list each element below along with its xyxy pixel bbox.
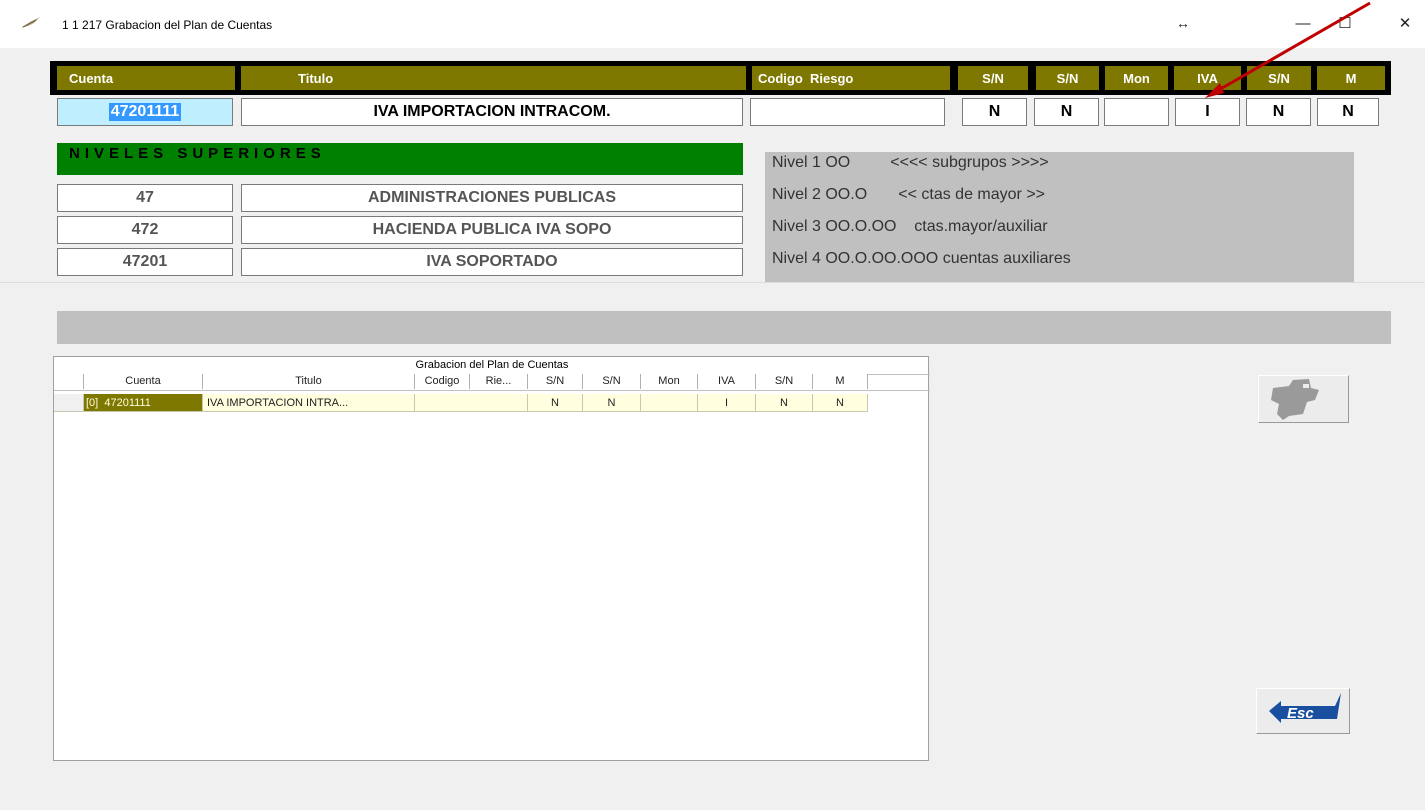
grid-col-mon[interactable]: Mon xyxy=(641,374,698,389)
cuenta-value: 47201111 xyxy=(108,103,182,121)
grid-cell-iva[interactable]: I xyxy=(698,394,756,412)
cuenta-field[interactable]: 47201111 xyxy=(57,98,233,126)
grid-col-codigo[interactable]: Codigo xyxy=(415,374,470,389)
nivel-2-titulo: HACIENDA PUBLICA IVA SOPO xyxy=(241,216,743,244)
grid-cell-mon[interactable] xyxy=(641,394,698,412)
header-mon: Mon xyxy=(1105,66,1168,90)
separator xyxy=(0,282,1425,283)
info-line-3: Nivel 3 OO.O.OO ctas.mayor/auxiliar xyxy=(772,218,1048,235)
header-titulo: Titulo xyxy=(241,66,746,90)
map-icon xyxy=(1271,379,1319,420)
grid-cell-m[interactable]: N xyxy=(813,394,868,412)
grid-col-sn-3[interactable]: S/N xyxy=(756,374,813,389)
grid-cell-codigo[interactable] xyxy=(415,394,528,412)
grid-col-sn-1[interactable]: S/N xyxy=(528,374,583,389)
map-button[interactable] xyxy=(1258,375,1349,423)
info-line-2: Nivel 2 OO.O << ctas de mayor >> xyxy=(772,186,1045,203)
titulo-field[interactable]: IVA IMPORTACION INTRACOM. xyxy=(241,98,743,126)
svg-text:Esc: Esc xyxy=(1287,705,1314,722)
grid-col-sn-2[interactable]: S/N xyxy=(583,374,641,389)
app-feather-icon xyxy=(21,17,40,28)
grid-cell-cuenta[interactable]: [0] 47201111 xyxy=(84,394,203,412)
codigo-riesgo-field[interactable] xyxy=(750,98,945,126)
header-codigo-riesgo: Codigo Riesgo xyxy=(752,66,950,90)
nivel-3-codigo: 47201 xyxy=(57,248,233,276)
nivel-3-titulo: IVA SOPORTADO xyxy=(241,248,743,276)
grid-row-indicator-header xyxy=(54,374,84,389)
info-line-1: Nivel 1 OO <<<< subgrupos >>>> xyxy=(772,154,1049,171)
grid-col-iva[interactable]: IVA xyxy=(698,374,756,389)
nivel-2-codigo: 472 xyxy=(57,216,233,244)
nivel-1-titulo: ADMINISTRACIONES PUBLICAS xyxy=(241,184,743,212)
header-sn-1: S/N xyxy=(958,66,1028,90)
grid-col-m[interactable]: M xyxy=(813,374,868,389)
grid-col-titulo[interactable]: Titulo xyxy=(203,374,415,389)
info-line-4: Nivel 4 OO.O.OO.OOO cuentas auxiliares xyxy=(772,250,1071,267)
mon-field[interactable] xyxy=(1104,98,1169,126)
nivel-1-codigo: 47 xyxy=(57,184,233,212)
esc-button[interactable]: Esc xyxy=(1256,688,1350,734)
grid-cell-sn-1[interactable]: N xyxy=(528,394,583,412)
esc-arrow-icon: Esc xyxy=(1269,693,1341,723)
grid-caption: Grabacion del Plan de Cuentas xyxy=(415,359,569,371)
grid-cell-sn-3[interactable]: N xyxy=(756,394,813,412)
niveles-superiores-banner: NIVELES SUPERIORES xyxy=(57,143,743,175)
cuentas-grid[interactable]: Grabacion del Plan de Cuentas Cuenta Tit… xyxy=(53,356,930,761)
header-cuenta: Cuenta xyxy=(57,66,235,90)
sn-1-field[interactable]: N xyxy=(962,98,1027,126)
sn-2-field[interactable]: N xyxy=(1034,98,1099,126)
grid-row-indicator[interactable] xyxy=(54,394,84,412)
grid-cell-sn-2[interactable]: N xyxy=(583,394,641,412)
grid-cell-titulo[interactable]: IVA IMPORTACION INTRA... xyxy=(203,394,415,412)
status-bar xyxy=(57,311,1391,344)
grid-col-riesgo[interactable]: Rie... xyxy=(470,374,528,389)
header-sn-2: S/N xyxy=(1036,66,1099,90)
annotation-arrow xyxy=(1205,1,1371,98)
window-title: 1 1 217 Grabacion del Plan de Cuentas xyxy=(62,18,273,32)
grid-header-rule xyxy=(54,390,930,391)
grid-col-cuenta[interactable]: Cuenta xyxy=(84,374,203,389)
